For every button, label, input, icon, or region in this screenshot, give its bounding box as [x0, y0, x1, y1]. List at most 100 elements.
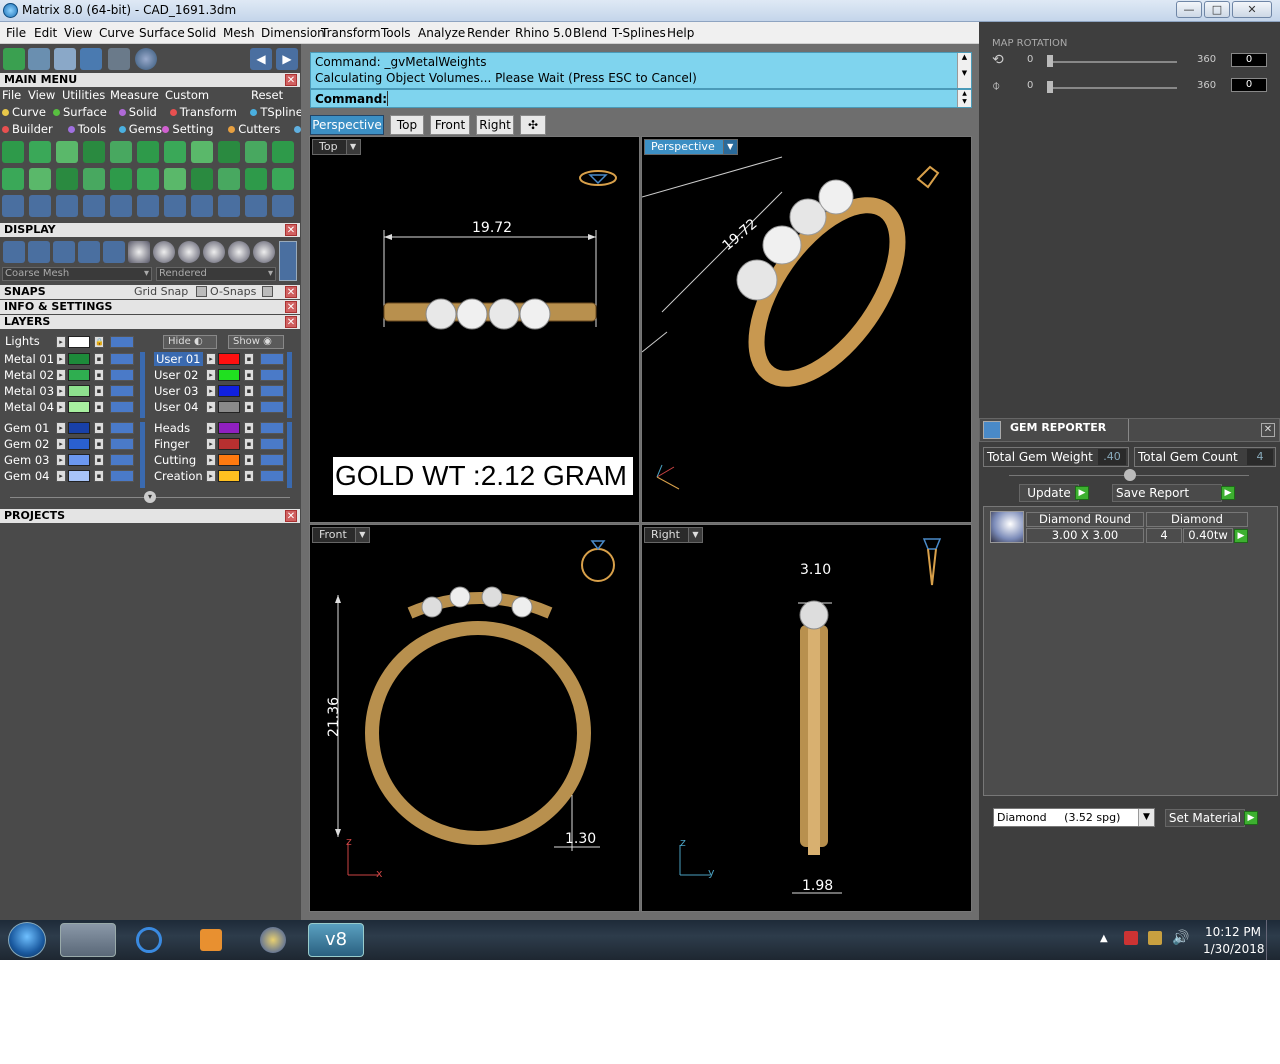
- update-button[interactable]: Update: [1019, 484, 1079, 502]
- category-tspline[interactable]: TSpline: [260, 105, 302, 119]
- submenu-file[interactable]: File: [2, 88, 21, 102]
- menu-render[interactable]: Render: [467, 26, 510, 40]
- layer-row[interactable]: Gem 03 ▸ ▪: [0, 453, 140, 468]
- lights-expand[interactable]: ▸: [56, 336, 66, 348]
- layer-expand-icon[interactable]: ▸: [56, 454, 66, 466]
- gem-tool-icon[interactable]: [80, 48, 102, 70]
- layer-color-swatch[interactable]: [218, 369, 240, 381]
- viewport-perspective[interactable]: Perspective ▼ 19.72: [641, 136, 972, 523]
- layer-color-swatch[interactable]: [218, 385, 240, 397]
- rotation-2-thumb[interactable]: [1047, 81, 1053, 93]
- layer-name[interactable]: User 04: [154, 400, 199, 414]
- layer-row[interactable]: Heads ▸ ▪: [150, 421, 290, 436]
- menu-solid[interactable]: Solid: [187, 26, 216, 40]
- layer-visibility-icon[interactable]: [110, 369, 134, 381]
- matrix-logo-icon[interactable]: [135, 48, 157, 70]
- layer-name[interactable]: Gem 01: [4, 421, 49, 435]
- tool-icon[interactable]: [191, 195, 213, 217]
- layer-visibility-icon[interactable]: [260, 385, 284, 397]
- grid-snap-checkbox[interactable]: [196, 286, 207, 297]
- viewport-layout-icon[interactable]: [3, 48, 25, 70]
- display-scroll[interactable]: [279, 241, 297, 281]
- set-material-button[interactable]: Set Material: [1165, 809, 1245, 827]
- category-builder[interactable]: Builder: [12, 122, 53, 136]
- display-mode-icon[interactable]: [53, 241, 75, 263]
- menu-transform[interactable]: Transform: [321, 26, 381, 40]
- grid-snap-toggle[interactable]: Grid Snap: [134, 285, 188, 299]
- tool-icon[interactable]: [137, 141, 159, 163]
- layers-scrollbar-right[interactable]: [287, 352, 292, 418]
- internet-explorer-icon[interactable]: [122, 923, 178, 957]
- layer-color-swatch[interactable]: [68, 369, 90, 381]
- submenu-custom[interactable]: Custom: [165, 88, 209, 102]
- close-button[interactable]: ✕: [1232, 1, 1272, 18]
- layer-name[interactable]: Creation: [154, 469, 203, 483]
- layer-lock-icon[interactable]: ▪: [244, 422, 254, 434]
- layer-row[interactable]: Metal 02 ▸ ▪: [0, 368, 140, 383]
- command-input[interactable]: [387, 91, 955, 106]
- layer-color-swatch[interactable]: [68, 353, 90, 365]
- tool-icon[interactable]: [137, 168, 159, 190]
- display-mode-icon[interactable]: [178, 241, 200, 263]
- layer-name[interactable]: Gem 02: [4, 437, 49, 451]
- menu-mesh[interactable]: Mesh: [223, 26, 255, 40]
- layer-row[interactable]: Cutting ▸ ▪: [150, 453, 290, 468]
- lights-lock[interactable]: 🔒: [94, 336, 104, 348]
- layer-color-swatch[interactable]: [218, 438, 240, 450]
- category-gems[interactable]: Gems: [129, 122, 162, 136]
- tool-icon[interactable]: [110, 195, 132, 217]
- tool-icon[interactable]: [191, 168, 213, 190]
- layer-color-swatch[interactable]: [218, 353, 240, 365]
- display-mode-icon[interactable]: [128, 241, 150, 263]
- menu-blend[interactable]: Blend: [573, 26, 607, 40]
- gem-row-go-icon[interactable]: ▶: [1234, 529, 1248, 543]
- menu-view[interactable]: View: [64, 26, 92, 40]
- tool-icon[interactable]: [164, 168, 186, 190]
- back-arrow-icon[interactable]: ◀: [250, 48, 272, 70]
- layer-lock-icon[interactable]: ▪: [94, 401, 104, 413]
- layer-row[interactable]: Finger ▸ ▪: [150, 437, 290, 452]
- tool-icon[interactable]: [272, 168, 294, 190]
- display-mode-icon[interactable]: [78, 241, 100, 263]
- layer-lock-icon[interactable]: ▪: [94, 422, 104, 434]
- display-mode-icon[interactable]: [253, 241, 275, 263]
- layer-row[interactable]: Metal 03 ▸ ▪: [0, 384, 140, 399]
- show-desktop-button[interactable]: [1266, 920, 1280, 960]
- tool-icon[interactable]: [218, 141, 240, 163]
- layer-color-swatch[interactable]: [68, 385, 90, 397]
- layer-name[interactable]: Metal 02: [4, 368, 54, 382]
- layer-visibility-icon[interactable]: [110, 438, 134, 450]
- layer-expand-icon[interactable]: ▸: [206, 369, 216, 381]
- tool-icon[interactable]: [245, 168, 267, 190]
- layer-color-swatch[interactable]: [218, 422, 240, 434]
- category-transform[interactable]: Transform: [180, 105, 237, 119]
- display-mode-icon[interactable]: [228, 241, 250, 263]
- save-report-go-icon[interactable]: ▶: [1221, 486, 1235, 500]
- layer-color-swatch[interactable]: [68, 470, 90, 482]
- tool-icon[interactable]: [2, 195, 24, 217]
- close-icon[interactable]: ✕: [1261, 423, 1275, 437]
- close-icon[interactable]: ✕: [285, 316, 297, 328]
- layer-lock-icon[interactable]: ▪: [244, 454, 254, 466]
- tool-icon[interactable]: [164, 195, 186, 217]
- tab-right[interactable]: Right: [476, 115, 514, 135]
- menu-surface[interactable]: Surface: [139, 26, 185, 40]
- explorer-taskbar-icon[interactable]: [60, 923, 116, 957]
- layer-row[interactable]: Gem 01 ▸ ▪: [0, 421, 140, 436]
- tool-icon[interactable]: [272, 195, 294, 217]
- tool-icon[interactable]: [218, 195, 240, 217]
- close-icon[interactable]: ✕: [285, 510, 297, 522]
- submenu-reset[interactable]: Reset: [251, 88, 283, 102]
- layer-lock-icon[interactable]: ▪: [244, 385, 254, 397]
- layer-expand-icon[interactable]: ▸: [206, 401, 216, 413]
- start-button[interactable]: [8, 922, 46, 958]
- layer-expand-icon[interactable]: ▸: [56, 353, 66, 365]
- layer-lock-icon[interactable]: ▪: [94, 470, 104, 482]
- rotation-1-slider[interactable]: [1047, 61, 1177, 63]
- tool-icon[interactable]: [191, 141, 213, 163]
- display-mode-icon[interactable]: [103, 241, 125, 263]
- document-icon[interactable]: [54, 48, 76, 70]
- menu-dimension[interactable]: Dimension: [261, 26, 325, 40]
- layer-row[interactable]: Metal 04 ▸ ▪: [0, 400, 140, 415]
- layer-color-swatch[interactable]: [218, 470, 240, 482]
